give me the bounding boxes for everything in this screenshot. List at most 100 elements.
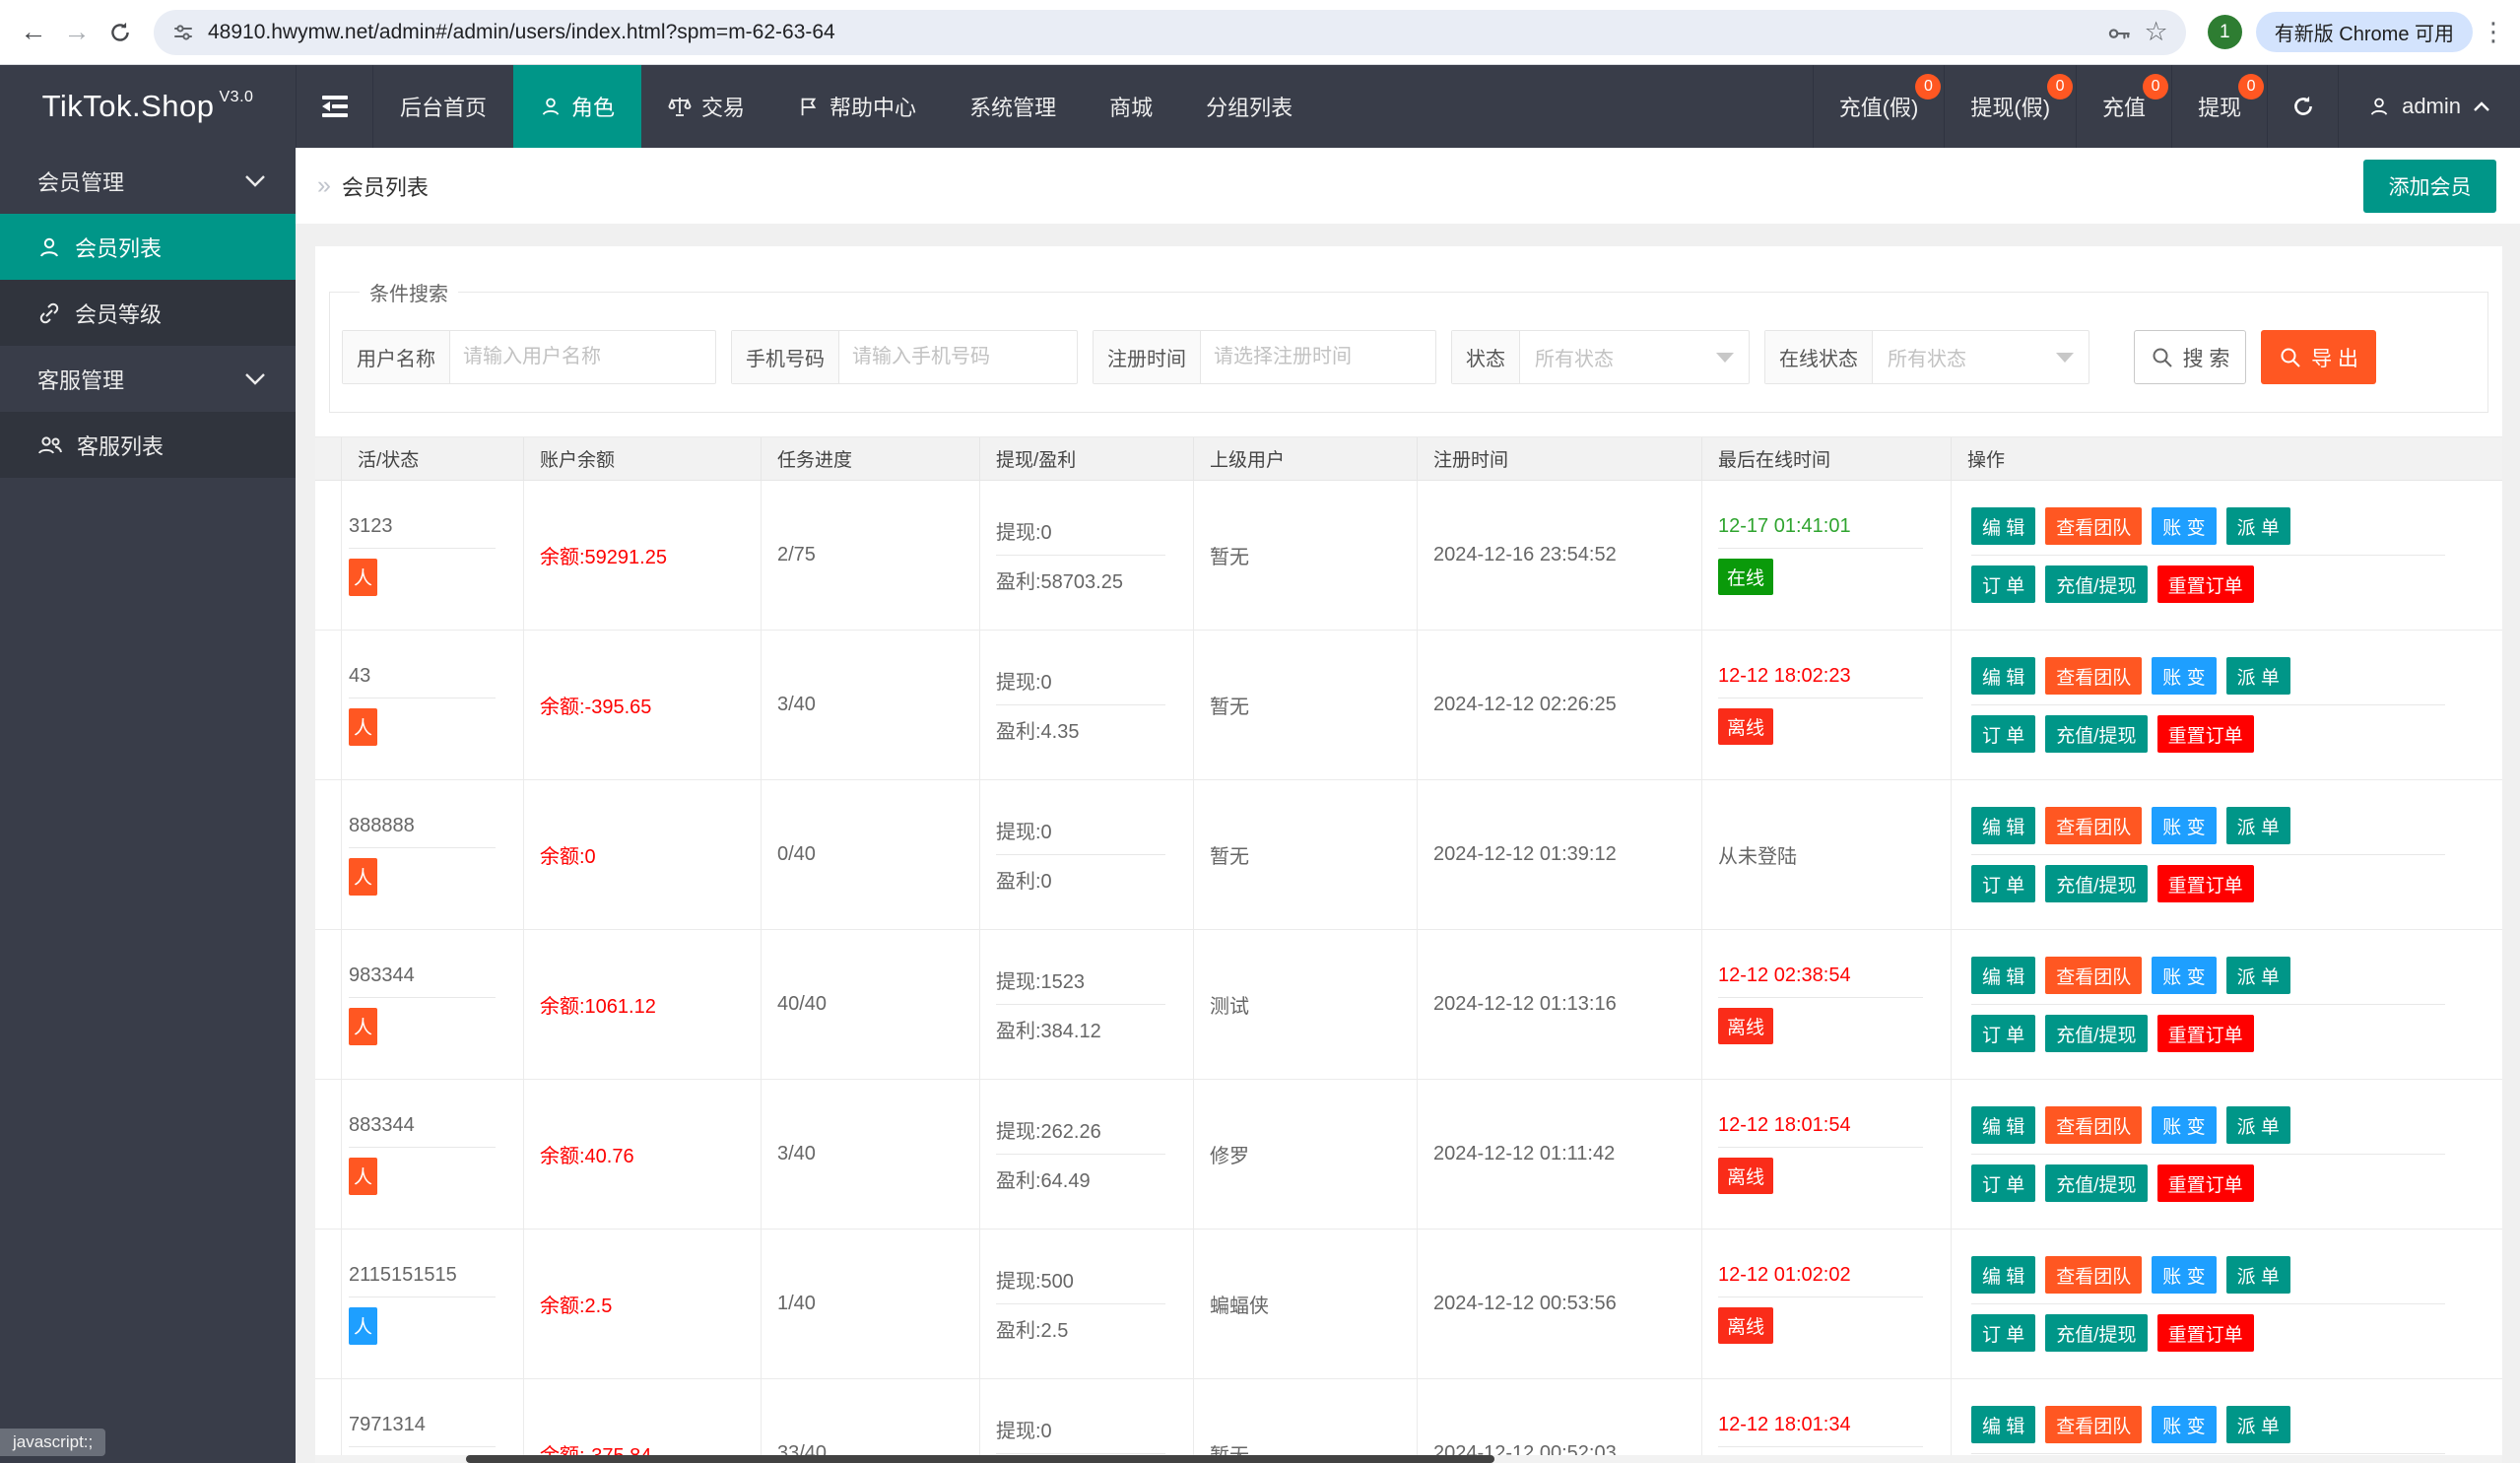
action-button-teal[interactable]: 编 辑 [1971,507,2035,545]
nav-item-groups[interactable]: 分组列表 [1179,65,1319,148]
withdraw-button[interactable]: 提现 0 [2171,65,2267,148]
cell-parent-user: 蝙蝠侠 [1194,1230,1418,1378]
action-button-blue[interactable]: 账 变 [2152,657,2216,695]
cell-registered: 2024-12-12 01:39:12 [1418,780,1702,929]
action-button-blue[interactable]: 账 变 [2152,1106,2216,1144]
action-button-orange[interactable]: 查看团队 [2045,1106,2142,1144]
nav-item-trade[interactable]: 交易 [641,65,771,148]
action-button-orange[interactable]: 查看团队 [2045,807,2142,844]
action-button-red[interactable]: 重置订单 [2157,1314,2254,1352]
action-button-teal[interactable]: 订 单 [1971,1314,2035,1352]
action-button-teal[interactable]: 编 辑 [1971,807,2035,844]
export-button[interactable]: 导 出 [2261,330,2376,384]
forward-icon[interactable]: → [59,15,95,50]
search-button[interactable]: 搜 索 [2134,330,2246,384]
reload-icon[interactable] [102,15,138,50]
last-online-value: 从未登陆 [1718,840,1951,869]
chrome-update-chip[interactable]: 有新版 Chrome 可用 [2256,12,2473,52]
action-button-blue[interactable]: 账 变 [2152,1256,2216,1294]
action-button-teal[interactable]: 编 辑 [1971,1406,2035,1443]
horizontal-scrollbar[interactable] [315,1455,2502,1463]
collapse-menu-icon[interactable] [296,65,373,148]
member-id-fragment: 3123 [349,515,523,538]
scale-icon [668,95,692,118]
action-button-teal[interactable]: 订 单 [1971,1164,2035,1202]
admin-menu[interactable]: admin [2338,65,2520,148]
action-button-blue[interactable]: 账 变 [2152,957,2216,994]
action-button-blue[interactable]: 账 变 [2152,807,2216,844]
action-button-teal[interactable]: 派 单 [2226,507,2290,545]
action-button-teal[interactable]: 充值/提现 [2045,1314,2147,1352]
nav-item-system[interactable]: 系统管理 [943,65,1083,148]
withdraw-fake-button[interactable]: 提现(假) 0 [1944,65,2076,148]
sidebar-item-service-list[interactable]: 客服列表 [0,412,296,478]
action-button-teal[interactable]: 充值/提现 [2045,865,2147,902]
username-input[interactable] [450,331,715,383]
breadcrumb: 会员列表 [342,170,429,202]
action-button-orange[interactable]: 查看团队 [2045,957,2142,994]
cell-actions: 编 辑查看团队账 变派 单订 单充值/提现重置订单 [1952,1230,2502,1378]
cell-progress: 1/40 [762,1230,980,1378]
action-button-blue[interactable]: 账 变 [2152,507,2216,545]
action-button-teal[interactable]: 充值/提现 [2045,1015,2147,1052]
app-navbar: TikTok.Shop V3.0 后台首页 角色 交易 帮助中心 系统管理 商城… [0,65,2520,148]
sidebar-item-service-mgmt[interactable]: 客服管理 [0,346,296,412]
recharge-fake-button[interactable]: 充值(假) 0 [1813,65,1945,148]
action-button-teal[interactable]: 充值/提现 [2045,565,2147,603]
action-button-teal[interactable]: 编 辑 [1971,657,2035,695]
bookmark-star-icon[interactable]: ☆ [2145,17,2168,47]
action-button-teal[interactable]: 订 单 [1971,1015,2035,1052]
password-key-icon[interactable] [2106,20,2132,45]
nav-item-dashboard[interactable]: 后台首页 [373,65,513,148]
sidebar-item-member-list[interactable]: 会员列表 [0,214,296,280]
action-button-red[interactable]: 重置订单 [2157,715,2254,753]
action-button-teal[interactable]: 派 单 [2226,957,2290,994]
nav-item-help[interactable]: 帮助中心 [771,65,943,148]
status-select[interactable]: 所有状态 [1520,331,1749,383]
action-button-teal[interactable]: 编 辑 [1971,1256,2035,1294]
action-button-red[interactable]: 重置订单 [2157,865,2254,902]
action-button-teal[interactable]: 派 单 [2226,1106,2290,1144]
action-button-orange[interactable]: 查看团队 [2045,657,2142,695]
action-button-teal[interactable]: 派 单 [2226,807,2290,844]
sidebar-item-member-mgmt[interactable]: 会员管理 [0,148,296,214]
sidebar-item-member-level[interactable]: 会员等级 [0,280,296,346]
browser-avatar[interactable]: 1 [2208,15,2242,49]
cell-parent-user: 暂无 [1194,481,1418,630]
action-button-orange[interactable]: 查看团队 [2045,1256,2142,1294]
register-time-input[interactable] [1201,331,1435,383]
action-button-teal[interactable]: 派 单 [2226,657,2290,695]
nav-item-role[interactable]: 角色 [513,65,641,148]
cell-divider [1971,854,2445,855]
action-button-red[interactable]: 重置订单 [2157,565,2254,603]
action-button-red[interactable]: 重置订单 [2157,1164,2254,1202]
action-button-blue[interactable]: 账 变 [2152,1406,2216,1443]
phone-input[interactable] [839,331,1077,383]
online-status-select[interactable]: 所有状态 [1873,331,2089,383]
action-button-orange[interactable]: 查看团队 [2045,507,2142,545]
browser-menu-icon[interactable]: ⋮ [2481,17,2504,47]
cell-actions: 编 辑查看团队账 变派 单订 单充值/提现重置订单 [1952,930,2502,1079]
horizontal-scrollbar-thumb[interactable] [466,1455,1494,1463]
action-button-teal[interactable]: 派 单 [2226,1256,2290,1294]
recharge-button[interactable]: 充值 0 [2076,65,2171,148]
balance-value: 余额:0 [540,840,761,869]
filter-label: 状态 [1452,331,1520,383]
action-button-teal[interactable]: 充值/提现 [2045,715,2147,753]
action-button-teal[interactable]: 编 辑 [1971,957,2035,994]
action-button-teal[interactable]: 订 单 [1971,715,2035,753]
action-button-teal[interactable]: 订 单 [1971,565,2035,603]
action-button-teal[interactable]: 编 辑 [1971,1106,2035,1144]
nav-item-mall[interactable]: 商城 [1083,65,1179,148]
action-button-teal[interactable]: 订 单 [1971,865,2035,902]
url-bar[interactable]: 48910.hwymw.net/admin#/admin/users/index… [154,10,2186,55]
add-member-button[interactable]: 添加会员 [2363,160,2496,213]
action-button-teal[interactable]: 派 单 [2226,1406,2290,1443]
action-button-red[interactable]: 重置订单 [2157,1015,2254,1052]
refresh-icon[interactable] [2267,65,2338,148]
tune-icon[interactable] [171,21,195,44]
action-button-orange[interactable]: 查看团队 [2045,1406,2142,1443]
cell-progress: 3/40 [762,1080,980,1229]
action-button-teal[interactable]: 充值/提现 [2045,1164,2147,1202]
back-icon[interactable]: ← [16,15,51,50]
